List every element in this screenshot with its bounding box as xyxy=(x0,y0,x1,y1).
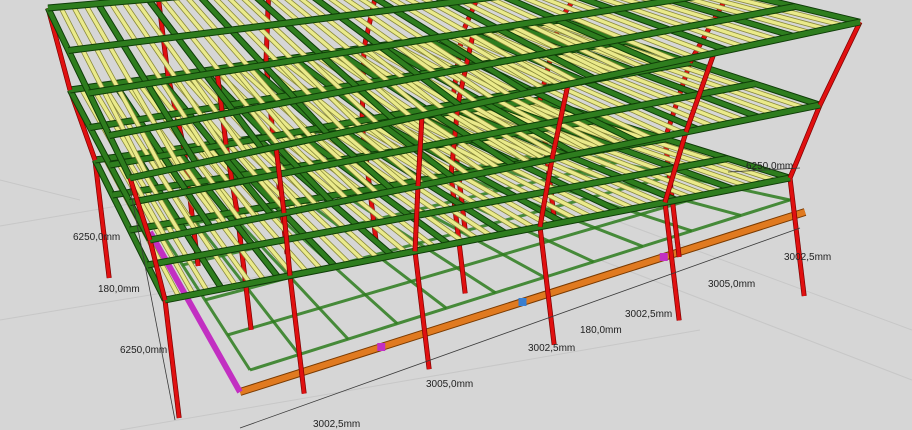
dim-bay-a1: 3002,5mm xyxy=(313,419,360,430)
dim-bay-a2: 3002,5mm xyxy=(528,343,575,354)
dim-bay-a4: 3002,5mm xyxy=(784,252,831,263)
column-middle xyxy=(788,104,822,179)
column-lower xyxy=(163,299,181,419)
dim-story-height-left-upper: 6250,0mm xyxy=(73,232,120,243)
dim-bay-b2: 3005,0mm xyxy=(708,279,755,290)
ground-beam-joint xyxy=(659,253,668,261)
structural-model-3d[interactable]: 6250,0mm 180,0mm 6250,0mm 6250,0mm 3002,… xyxy=(0,0,912,430)
column-lower xyxy=(413,250,431,370)
dim-bay-a3: 3002,5mm xyxy=(625,309,672,320)
ground-beam-joint xyxy=(377,343,386,351)
column-upper xyxy=(818,21,862,106)
dim-slab-thickness-left: 180,0mm xyxy=(98,284,140,295)
model-viewport[interactable]: 6250,0mm 180,0mm 6250,0mm 6250,0mm 3002,… xyxy=(0,0,912,430)
column-lower xyxy=(538,226,556,346)
column-lower xyxy=(788,177,806,297)
ground-beam-joint xyxy=(518,298,527,306)
dim-story-height-right: 6250,0mm xyxy=(746,161,793,172)
dim-slab-mid: 180,0mm xyxy=(580,325,622,336)
dim-story-height-left-lower: 6250,0mm xyxy=(120,345,167,356)
dim-bay-b1: 3005,0mm xyxy=(426,379,473,390)
